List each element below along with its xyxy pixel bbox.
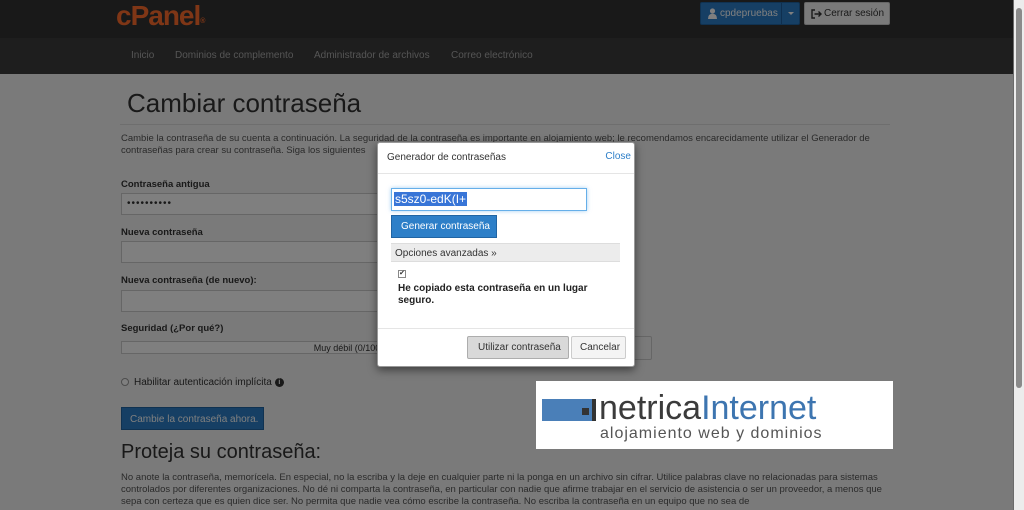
generated-password-field[interactable]: s5sz0-edK(I+ bbox=[391, 188, 587, 211]
use-password-button[interactable]: Utilizar contraseña bbox=[467, 336, 569, 359]
generated-password-value: s5sz0-edK(I+ bbox=[394, 192, 468, 206]
modal-header-divider bbox=[378, 173, 634, 174]
scrollbar-thumb[interactable] bbox=[1016, 8, 1022, 388]
modal-title: Generador de contraseñas bbox=[387, 152, 506, 163]
watermark-tagline: alojamiento web y dominios bbox=[600, 425, 823, 442]
password-generator-modal: Generador de contraseñas Close s5sz0-edK… bbox=[377, 142, 635, 367]
modal-footer-divider bbox=[378, 328, 634, 329]
copied-checkbox[interactable]: ✔ bbox=[398, 270, 406, 278]
cancel-button[interactable]: Cancelar bbox=[571, 336, 626, 359]
netrica-watermark: netricaInternet alojamiento web y domini… bbox=[536, 381, 893, 449]
advanced-options-label: Opciones avanzadas » bbox=[395, 248, 497, 259]
watermark-brand: netricaInternet bbox=[599, 389, 817, 427]
scrollbar[interactable] bbox=[1013, 0, 1024, 510]
modal-close-link[interactable]: Close bbox=[605, 151, 631, 162]
generate-password-label: Generar contraseña bbox=[401, 221, 490, 232]
cancel-label: Cancelar bbox=[580, 342, 621, 353]
watermark-logo-stem bbox=[592, 399, 596, 421]
use-password-label: Utilizar contraseña bbox=[478, 342, 561, 353]
advanced-options-toggle[interactable]: Opciones avanzadas » bbox=[391, 243, 620, 262]
watermark-logo-square bbox=[582, 408, 589, 415]
copied-label[interactable]: He copiado esta contraseña en un lugar s… bbox=[398, 283, 608, 307]
generate-password-button[interactable]: Generar contraseña bbox=[391, 215, 497, 238]
